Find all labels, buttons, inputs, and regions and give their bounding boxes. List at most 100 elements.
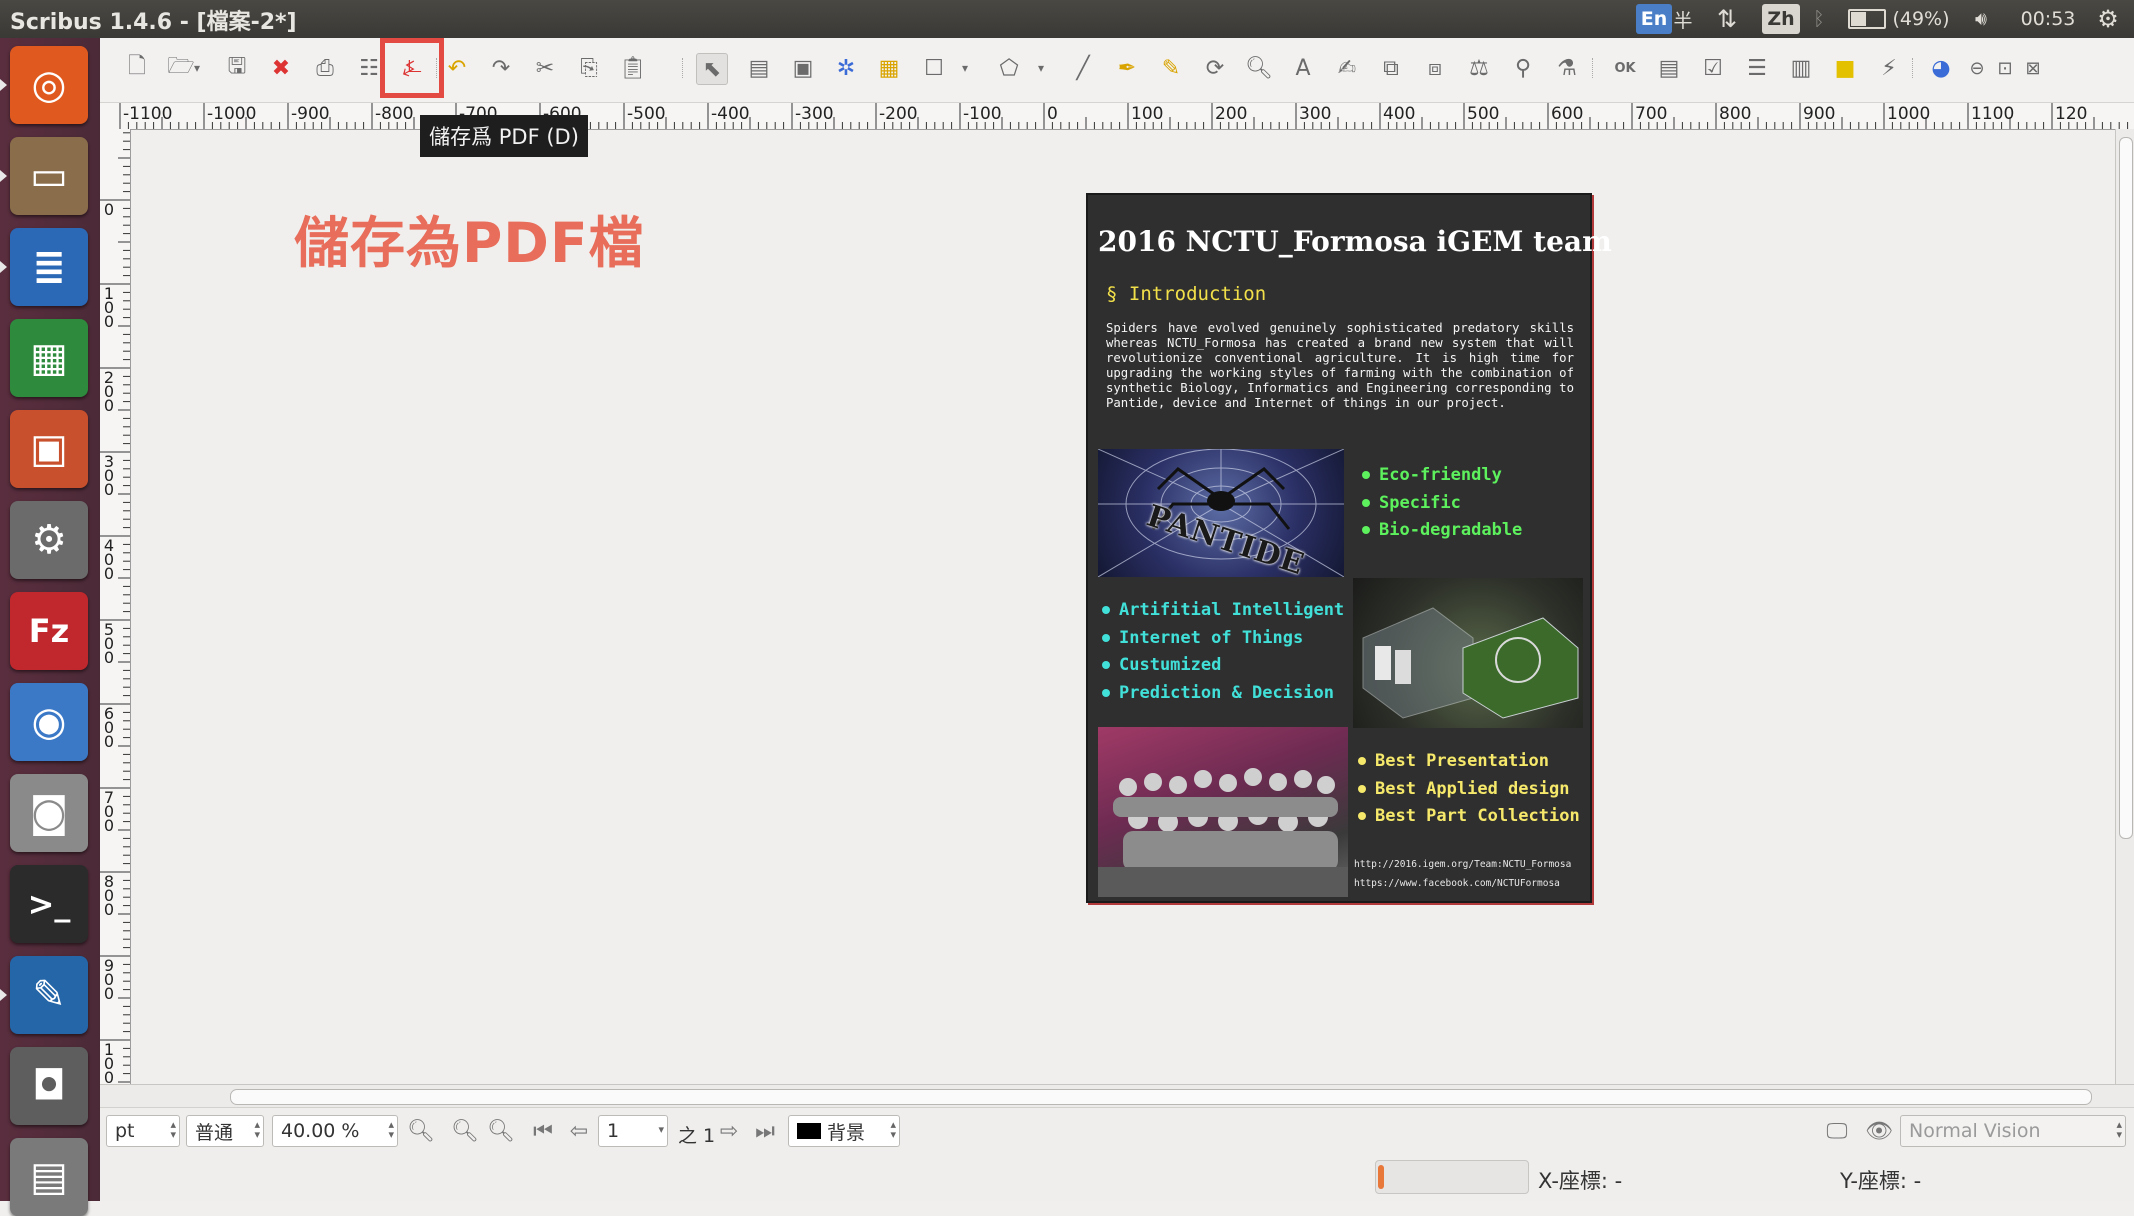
poster-title: 2016 NCTU_Formosa iGEM team <box>1098 225 1612 258</box>
chromium-icon[interactable]: ◉ <box>10 683 88 761</box>
input-method-en-indicator[interactable]: En <box>1636 4 1672 34</box>
preview-mode-icon[interactable]: 🖵 <box>1822 1117 1852 1145</box>
paste-icon[interactable]: 📋︎ <box>618 53 648 83</box>
ruler-label: 7 0 0 <box>103 788 115 835</box>
impress-icon[interactable]: ▣ <box>10 410 88 488</box>
polygon-dropdown-icon[interactable]: ▾ <box>1034 53 1048 83</box>
horizontal-scrollbar[interactable] <box>100 1084 2134 1107</box>
horizontal-scroll-thumb[interactable] <box>230 1089 2092 1105</box>
edit-contents-icon[interactable]: ✍ <box>1332 53 1362 83</box>
ruler-label: 0 <box>103 200 115 219</box>
save-icon[interactable]: 🖫 <box>222 53 252 83</box>
vision-mode-selector[interactable]: Normal Vision ▴ ▾ <box>1900 1115 2126 1147</box>
pdf-combo-box-icon[interactable]: ☰ <box>1742 53 1772 83</box>
previous-page-icon[interactable]: ⇦ <box>564 1117 594 1145</box>
shape-dropdown-icon[interactable]: ▾ <box>958 53 972 83</box>
input-method-zh-indicator[interactable]: Zh <box>1762 4 1800 34</box>
ruler-label: 8 0 0 <box>103 872 115 919</box>
pantide-spider-image[interactable]: PANTIDE <box>1098 449 1344 577</box>
ubuntu-dash-icon[interactable]: ◎ <box>10 46 88 124</box>
technology-item: Custumized <box>1102 655 1344 683</box>
copy-icon[interactable]: ⎘ <box>574 53 604 83</box>
vertical-scroll-thumb[interactable] <box>2119 137 2133 839</box>
eyedropper-icon[interactable]: ⚗ <box>1552 53 1582 83</box>
zoom-in-icon[interactable]: 🔍︎ <box>486 1117 516 1145</box>
shape-icon[interactable]: ☐ <box>919 53 949 83</box>
files-icon[interactable]: ▭ <box>10 137 88 215</box>
zoom-100-icon[interactable]: 🔍︎ <box>450 1117 480 1145</box>
horizontal-ruler[interactable]: -1100 -1000 -900 -800 -700 -600 -500 -400 -300 -2… <box>100 103 2134 130</box>
poster-page[interactable]: 2016 NCTU_Formosa iGEM team § Introducti… <box>1086 193 1612 903</box>
link-frames-icon[interactable]: ⧉ <box>1376 53 1406 83</box>
copy-properties-icon[interactable]: ⚲ <box>1508 53 1538 83</box>
page-selector[interactable]: 1 ▾ <box>598 1115 668 1147</box>
redo-icon[interactable]: ↷ <box>486 53 516 83</box>
first-page-icon[interactable]: ⏮ <box>528 1117 558 1145</box>
writer-icon[interactable]: ≣ <box>10 228 88 306</box>
network-icon[interactable]: ⇅ <box>1712 4 1742 34</box>
system-settings-icon[interactable]: ⚙ <box>10 501 88 579</box>
vertical-ruler[interactable]: 0 1 0 0 2 0 0 3 0 0 4 0 0 5 0 0 6 0 0 7 0 0 8 0 … <box>100 129 131 1084</box>
text-annotation-icon[interactable]: ■ <box>1830 53 1860 83</box>
ruler-label: 500 <box>1467 104 1500 124</box>
pdf-push-button-icon[interactable]: OK <box>1610 53 1640 83</box>
trash-icon[interactable]: ▤ <box>10 1138 88 1216</box>
bezier-curve-icon[interactable]: ✒ <box>1112 53 1142 83</box>
volume-icon[interactable]: 🔊︎ <box>1964 4 1998 34</box>
cut-icon[interactable]: ✂ <box>530 53 560 83</box>
render-frame-icon[interactable]: ✲ <box>831 53 861 83</box>
calc-icon[interactable]: ▦ <box>10 319 88 397</box>
link-annotation-icon[interactable]: ⚡ <box>1874 53 1904 83</box>
screenshot-icon[interactable]: ◘ <box>10 1047 88 1125</box>
half-width-indicator[interactable]: 半 <box>1672 4 1694 34</box>
clock[interactable]: 00:53 <box>2018 4 2078 34</box>
freehand-line-icon[interactable]: ✎ <box>1156 53 1186 83</box>
close-window-icon[interactable]: ⊠ <box>2018 53 2048 83</box>
table-icon[interactable]: ▦ <box>874 53 904 83</box>
camera-icon[interactable]: ◙ <box>10 774 88 852</box>
session-gear-icon[interactable]: ⚙ <box>2092 4 2124 34</box>
device-photo[interactable] <box>1353 578 1583 728</box>
next-page-icon[interactable]: ⇨ <box>714 1117 744 1145</box>
polygon-icon[interactable]: ⬠ <box>994 53 1024 83</box>
text-frame-icon[interactable]: ▤ <box>744 53 774 83</box>
print-icon[interactable]: ⎙ <box>310 53 340 83</box>
visual-appearance-icon[interactable]: 👁︎ <box>1864 1117 1894 1145</box>
last-page-icon[interactable]: ⏭ <box>750 1117 780 1145</box>
edit-text-icon[interactable]: A <box>1288 53 1318 83</box>
minimize-window-icon[interactable]: ⊖ <box>1962 53 1992 83</box>
ruler-label: 2 0 0 <box>103 368 115 415</box>
vertical-scrollbar[interactable] <box>2115 129 2134 1084</box>
layer-selector[interactable]: 背景 ▴ ▾ <box>788 1115 900 1147</box>
team-photo[interactable] <box>1098 727 1348 897</box>
unlink-frames-icon[interactable]: ⧈ <box>1420 53 1450 83</box>
close-document-icon[interactable]: ✖ <box>266 53 296 83</box>
zoom-field[interactable]: 40.00 % ▴ ▾ <box>272 1115 398 1147</box>
scribus-icon[interactable]: ✎ <box>10 956 88 1034</box>
undo-icon[interactable]: ↶ <box>442 53 472 83</box>
restore-window-icon[interactable]: ⊡ <box>1990 53 2020 83</box>
award-item: Best Part Collection <box>1358 806 1580 834</box>
select-item-icon[interactable]: ⬉ <box>696 53 728 85</box>
terminal-icon[interactable]: >_ <box>10 865 88 943</box>
zoom-out-icon[interactable]: 🔍︎ <box>406 1117 436 1145</box>
unit-selector[interactable]: pt ▴ ▾ <box>106 1115 180 1147</box>
open-dropdown-icon[interactable]: ▾ <box>190 53 204 83</box>
measurements-icon[interactable]: ⚖ <box>1464 53 1494 83</box>
pdf-text-field-icon[interactable]: ▤ <box>1654 53 1684 83</box>
pdf-check-box-icon[interactable]: ☑ <box>1698 53 1728 83</box>
launcher: ◎ ▭ ≣ ▦ ▣ ⚙ Fz ◉ ◙ >_ ✎ ◘ ▤ <box>0 38 100 1216</box>
line-icon[interactable]: ╱ <box>1068 53 1098 83</box>
zoom-tool-icon[interactable]: 🔍︎ <box>1244 53 1274 83</box>
pdf-list-box-icon[interactable]: ▥ <box>1786 53 1816 83</box>
bluetooth-icon[interactable]: ᛒ <box>1808 4 1830 34</box>
battery-icon[interactable] <box>1846 4 1888 34</box>
image-quality-selector[interactable]: 普通 ▴ ▾ <box>186 1115 264 1147</box>
running-indicator <box>0 79 7 91</box>
rotate-item-icon[interactable]: ⟳ <box>1200 53 1230 83</box>
filezilla-icon[interactable]: Fz <box>10 592 88 670</box>
feature-item: Bio-degradable <box>1362 520 1522 548</box>
new-document-icon[interactable]: 🗋 <box>122 53 152 83</box>
image-frame-icon[interactable]: ▣ <box>788 53 818 83</box>
scribus-globe-icon[interactable]: ◕ <box>1926 53 1956 83</box>
